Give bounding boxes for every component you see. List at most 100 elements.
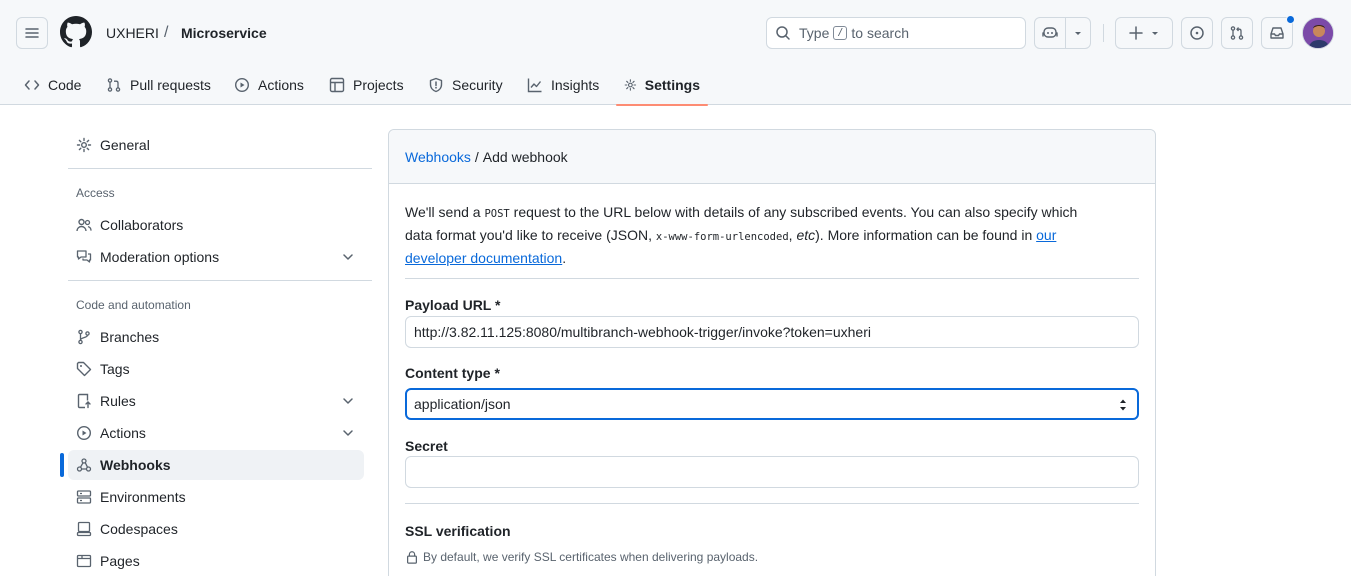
chevron-down-icon	[343, 430, 353, 436]
repo-nav-tabs: Code Pull requests Actions Projects Secu…	[0, 64, 1351, 106]
secret-label: Secret	[405, 438, 448, 454]
tab-projects[interactable]: Projects	[321, 64, 412, 105]
sidebar-item-label: Webhooks	[100, 457, 171, 473]
content-type-value: application/json	[414, 396, 511, 412]
tab-label: Actions	[258, 76, 304, 93]
sidebar-item-branches[interactable]: Branches	[68, 322, 364, 352]
repo-push-icon	[77, 393, 91, 409]
intro-text-part: .	[562, 250, 567, 266]
tab-actions[interactable]: Actions	[226, 64, 312, 105]
sidebar-item-actions[interactable]: Actions	[68, 418, 364, 448]
tab-pull-requests[interactable]: Pull requests	[98, 64, 219, 105]
payload-url-label: Payload URL *	[405, 297, 501, 313]
content-type-select[interactable]: application/json	[405, 388, 1139, 420]
sidebar-item-label: Environments	[100, 489, 186, 505]
sidebar-item-label: Branches	[100, 329, 160, 345]
sidebar-item-environments[interactable]: Environments	[68, 482, 364, 512]
lock-icon	[407, 551, 417, 564]
tag-icon	[76, 361, 92, 377]
header-divider	[1103, 24, 1104, 42]
sidebar-item-label: Rules	[100, 393, 136, 409]
git-branch-icon	[78, 329, 90, 345]
webhook-icon	[76, 458, 92, 472]
panel-breadcrumb: Webhooks / Add webhook	[389, 130, 1155, 184]
intro-text-part: ). More information can be found in	[815, 227, 1037, 243]
repo-owner-link[interactable]: UXHERI	[106, 25, 159, 41]
comment-discussion-icon	[76, 250, 92, 263]
sidebar-item-general[interactable]: General	[68, 130, 364, 160]
sidebar-divider	[68, 280, 372, 281]
server-icon	[76, 490, 92, 504]
top-bar: UXHERI / Microservice Type / to search	[0, 0, 1351, 64]
copilot-icon	[1042, 27, 1058, 38]
content-type-label: Content type *	[405, 365, 500, 381]
issues-button[interactable]	[1181, 17, 1213, 49]
codespaces-icon	[76, 521, 92, 537]
select-arrows-icon	[1120, 399, 1126, 411]
create-new-button[interactable]	[1115, 17, 1173, 49]
avatar[interactable]	[1302, 17, 1334, 49]
sidebar-item-pages[interactable]: Pages	[68, 546, 364, 576]
tab-insights[interactable]: Insights	[519, 64, 607, 105]
ssl-note-text: By default, we verify SSL certificates w…	[423, 550, 759, 564]
code-icon	[24, 79, 40, 90]
pull-requests-button[interactable]	[1221, 17, 1253, 49]
add-webhook-panel: Webhooks / Add webhook We'll send a POST…	[388, 129, 1156, 576]
search-prefix: Type	[799, 25, 830, 41]
tab-label: Code	[48, 76, 82, 93]
triangle-down-icon	[1152, 32, 1158, 35]
sidebar-divider	[68, 168, 372, 169]
git-pull-request-icon	[107, 77, 121, 92]
sidebar-item-tags[interactable]: Tags	[68, 354, 364, 384]
sidebar-item-codespaces[interactable]: Codespaces	[68, 514, 364, 544]
etc-text: etc	[796, 227, 816, 243]
shield-icon	[429, 77, 443, 92]
plus-icon	[1129, 26, 1143, 40]
sidebar-item-label: Actions	[100, 425, 146, 441]
sidebar-item-rules[interactable]: Rules	[68, 386, 364, 416]
sidebar-item-label: Pages	[100, 553, 140, 569]
table-icon	[329, 77, 345, 92]
github-logo-icon[interactable]	[60, 16, 92, 48]
tab-security[interactable]: Security	[420, 64, 511, 105]
copilot-button[interactable]	[1035, 18, 1067, 48]
gear-icon	[76, 137, 92, 153]
secret-input[interactable]	[405, 456, 1139, 488]
tab-code[interactable]: Code	[16, 64, 89, 105]
webhooks-breadcrumb-link[interactable]: Webhooks	[405, 149, 471, 165]
ssl-note: By default, we verify SSL certificates w…	[405, 550, 758, 564]
tab-label: Projects	[353, 76, 404, 93]
sidebar-item-webhooks[interactable]: Webhooks	[68, 450, 364, 480]
menu-button[interactable]	[16, 17, 48, 49]
ssl-verification-label: SSL verification	[405, 523, 511, 539]
intro-text-part: We'll send a	[405, 204, 485, 220]
section-divider	[405, 503, 1139, 504]
sidebar-item-label: Moderation options	[100, 249, 220, 265]
chevron-down-icon	[343, 254, 353, 260]
issue-opened-icon	[1190, 26, 1204, 40]
tab-settings[interactable]: Settings	[616, 64, 708, 106]
payload-url-input[interactable]: http://3.82.11.125:8080/multibranch-webh…	[405, 316, 1139, 348]
search-input[interactable]: Type / to search	[766, 17, 1026, 49]
chevron-down-icon	[343, 398, 353, 404]
breadcrumb-separator: /	[474, 148, 479, 165]
hamburger-icon	[25, 28, 39, 38]
urlencoded-code: x-www-form-urlencoded	[655, 231, 789, 243]
copilot-button-group	[1034, 17, 1091, 49]
search-icon	[776, 26, 790, 40]
sidebar-item-collaborators[interactable]: Collaborators	[68, 210, 364, 240]
post-code: POST	[484, 208, 510, 220]
copilot-dropdown-button[interactable]	[1066, 18, 1090, 48]
sidebar-item-label: Collaborators	[100, 217, 184, 233]
user-avatar-icon	[1303, 18, 1333, 48]
sidebar-item-label: Codespaces	[100, 521, 178, 537]
inbox-icon	[1270, 27, 1284, 39]
tab-label: Settings	[644, 76, 700, 93]
repo-name-link[interactable]: Microservice	[181, 25, 267, 41]
section-divider	[405, 278, 1139, 279]
breadcrumb-separator: /	[164, 24, 169, 41]
sidebar-item-moderation[interactable]: Moderation options	[68, 242, 364, 272]
active-item-indicator	[60, 453, 64, 477]
sidebar-item-label: Tags	[100, 361, 130, 377]
sidebar-item-label: General	[100, 137, 150, 153]
